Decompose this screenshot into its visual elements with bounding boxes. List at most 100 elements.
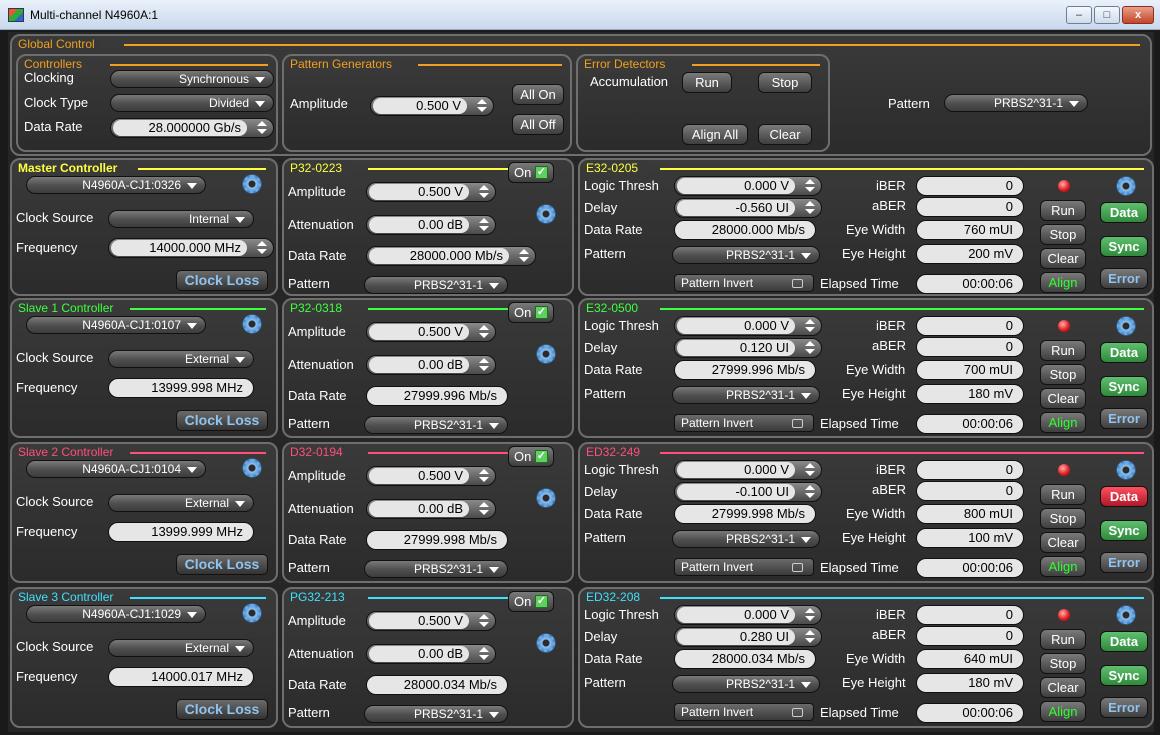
gen-data-rate-value[interactable]: 28000.000 Mb/s xyxy=(369,248,509,264)
settings-gear-icon[interactable] xyxy=(536,488,556,508)
attenuation-value[interactable]: 0.00 dB xyxy=(369,357,469,373)
global-amplitude-spinner[interactable]: 0.500 V xyxy=(370,96,494,116)
clear-button[interactable]: Clear xyxy=(1040,248,1086,269)
spin-arrows-icon[interactable] xyxy=(805,630,815,644)
logic-thresh-spinner[interactable]: 0.000 V xyxy=(674,316,822,336)
global-stop-button[interactable]: Stop xyxy=(758,72,812,93)
frequency-spinner[interactable]: 14000.000 MHz xyxy=(108,238,274,258)
logic-thresh-spinner[interactable]: 0.000 V xyxy=(674,176,822,196)
pattern-invert-checkbox[interactable]: Pattern Invert xyxy=(674,274,814,292)
det-pattern-dropdown[interactable]: PRBS2^31-1 xyxy=(672,675,820,693)
gen-pattern-dropdown[interactable]: PRBS2^31-1 xyxy=(364,276,508,294)
pattern-invert-checkbox[interactable]: Pattern Invert xyxy=(674,703,814,721)
logic-thresh-value[interactable]: 0.000 V xyxy=(677,462,795,478)
spin-arrows-icon[interactable] xyxy=(805,341,815,355)
clear-button[interactable]: Clear xyxy=(1040,532,1086,553)
attenuation-spinner[interactable]: 0.00 dB xyxy=(366,644,496,664)
spin-arrows-icon[interactable] xyxy=(805,201,815,215)
spin-arrows-icon[interactable] xyxy=(805,608,815,622)
align-button[interactable]: Align xyxy=(1040,272,1086,293)
delay-spinner[interactable]: -0.560 UI xyxy=(674,198,822,218)
delay-value[interactable]: 0.120 UI xyxy=(677,340,795,356)
logic-thresh-value[interactable]: 0.000 V xyxy=(677,178,795,194)
all-off-button[interactable]: All Off xyxy=(512,114,564,135)
det-pattern-dropdown[interactable]: PRBS2^31-1 xyxy=(672,530,820,548)
delay-value[interactable]: -0.100 UI xyxy=(677,484,795,500)
spin-arrows-icon[interactable] xyxy=(479,469,489,483)
close-button[interactable]: x xyxy=(1122,6,1154,24)
gen-pattern-dropdown[interactable]: PRBS2^31-1 xyxy=(364,705,508,723)
output-on-toggle[interactable]: On ✓ xyxy=(508,162,554,183)
stop-button[interactable]: Stop xyxy=(1040,653,1086,674)
align-button[interactable]: Align xyxy=(1040,701,1086,722)
settings-gear-icon[interactable] xyxy=(536,633,556,653)
pattern-invert-checkbox[interactable]: Pattern Invert xyxy=(674,414,814,432)
spin-arrows-icon[interactable] xyxy=(479,185,489,199)
settings-gear-icon[interactable] xyxy=(1116,460,1136,480)
settings-gear-icon[interactable] xyxy=(242,458,262,478)
frequency-value[interactable]: 14000.000 MHz xyxy=(111,240,247,256)
clear-button[interactable]: Clear xyxy=(1040,388,1086,409)
delay-spinner[interactable]: -0.100 UI xyxy=(674,482,822,502)
align-button[interactable]: Align xyxy=(1040,412,1086,433)
delay-spinner[interactable]: 0.280 UI xyxy=(674,627,822,647)
stop-button[interactable]: Stop xyxy=(1040,224,1086,245)
spin-arrows-icon[interactable] xyxy=(519,249,529,263)
global-data-rate-value[interactable]: 28.000000 Gb/s xyxy=(113,120,247,136)
settings-gear-icon[interactable] xyxy=(536,344,556,364)
gen-data-rate-spinner[interactable]: 28000.000 Mb/s xyxy=(366,246,536,266)
maximize-button[interactable]: □ xyxy=(1094,6,1120,24)
spin-arrows-icon[interactable] xyxy=(805,485,815,499)
delay-spinner[interactable]: 0.120 UI xyxy=(674,338,822,358)
clock-source-dropdown[interactable]: External xyxy=(108,350,254,368)
run-button[interactable]: Run xyxy=(1040,484,1086,505)
output-on-toggle[interactable]: On ✓ xyxy=(508,446,554,467)
attenuation-spinner[interactable]: 0.00 dB xyxy=(366,355,496,375)
attenuation-value[interactable]: 0.00 dB xyxy=(369,646,469,662)
settings-gear-icon[interactable] xyxy=(536,204,556,224)
settings-gear-icon[interactable] xyxy=(242,174,262,194)
attenuation-value[interactable]: 0.00 dB xyxy=(369,501,469,517)
spin-arrows-icon[interactable] xyxy=(479,502,489,516)
attenuation-spinner[interactable]: 0.00 dB xyxy=(366,499,496,519)
clear-button[interactable]: Clear xyxy=(1040,677,1086,698)
logic-thresh-spinner[interactable]: 0.000 V xyxy=(674,605,822,625)
run-button[interactable]: Run xyxy=(1040,200,1086,221)
clock-type-dropdown[interactable]: Divided xyxy=(110,94,274,112)
stop-button[interactable]: Stop xyxy=(1040,364,1086,385)
clock-source-dropdown[interactable]: Internal xyxy=(108,210,254,228)
settings-gear-icon[interactable] xyxy=(1116,176,1136,196)
clock-source-dropdown[interactable]: External xyxy=(108,639,254,657)
spin-arrows-icon[interactable] xyxy=(479,358,489,372)
logic-thresh-value[interactable]: 0.000 V xyxy=(677,607,795,623)
det-pattern-dropdown[interactable]: PRBS2^31-1 xyxy=(672,386,820,404)
amplitude-spinner[interactable]: 0.500 V xyxy=(366,466,496,486)
amplitude-value[interactable]: 0.500 V xyxy=(369,324,469,340)
run-button[interactable]: Run xyxy=(1040,340,1086,361)
all-on-button[interactable]: All On xyxy=(512,84,564,105)
amplitude-spinner[interactable]: 0.500 V xyxy=(366,322,496,342)
clocking-dropdown[interactable]: Synchronous xyxy=(110,70,274,88)
spin-arrows-icon[interactable] xyxy=(805,463,815,477)
attenuation-spinner[interactable]: 0.00 dB xyxy=(366,215,496,235)
spin-arrows-icon[interactable] xyxy=(805,179,815,193)
global-run-button[interactable]: Run xyxy=(682,72,732,93)
spin-arrows-icon[interactable] xyxy=(257,121,267,135)
amplitude-spinner[interactable]: 0.500 V xyxy=(366,182,496,202)
stop-button[interactable]: Stop xyxy=(1040,508,1086,529)
global-amplitude-value[interactable]: 0.500 V xyxy=(373,98,467,114)
device-dropdown[interactable]: N4960A-CJ1:1029 xyxy=(26,605,206,623)
settings-gear-icon[interactable] xyxy=(242,603,262,623)
amplitude-value[interactable]: 0.500 V xyxy=(369,468,469,484)
det-pattern-dropdown[interactable]: PRBS2^31-1 xyxy=(672,246,820,264)
spin-arrows-icon[interactable] xyxy=(479,325,489,339)
settings-gear-icon[interactable] xyxy=(1116,605,1136,625)
device-dropdown[interactable]: N4960A-CJ1:0104 xyxy=(26,460,206,478)
settings-gear-icon[interactable] xyxy=(1116,316,1136,336)
delay-value[interactable]: 0.280 UI xyxy=(677,629,795,645)
settings-gear-icon[interactable] xyxy=(242,314,262,334)
align-all-button[interactable]: Align All xyxy=(682,124,748,145)
gen-pattern-dropdown[interactable]: PRBS2^31-1 xyxy=(364,416,508,434)
gen-pattern-dropdown[interactable]: PRBS2^31-1 xyxy=(364,560,508,578)
clock-source-dropdown[interactable]: External xyxy=(108,494,254,512)
